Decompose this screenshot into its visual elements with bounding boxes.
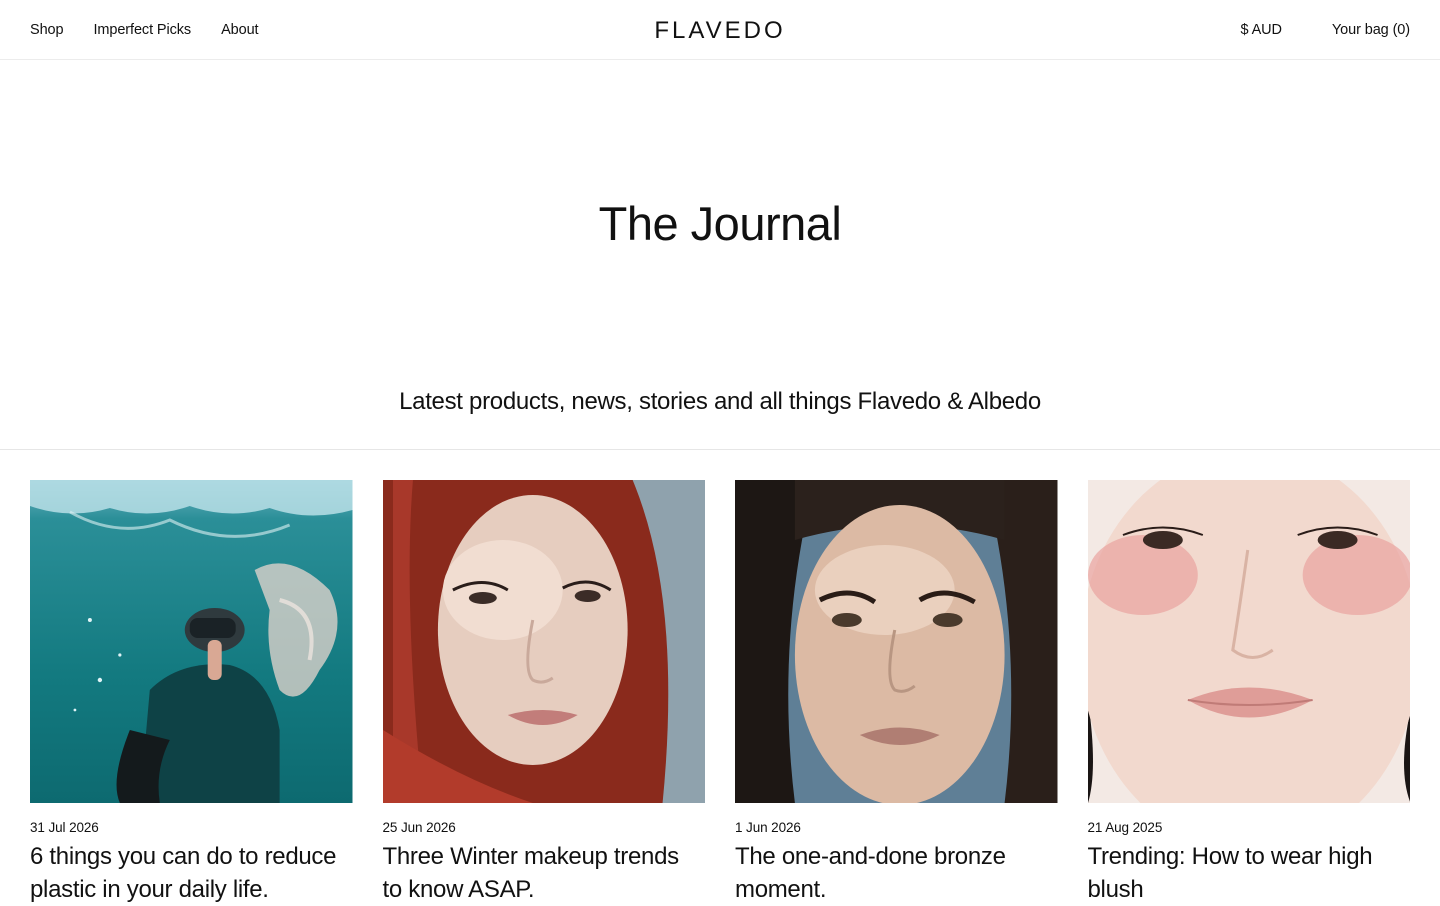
article-card[interactable]: 31 Jul 2026 6 things you can do to reduc… (30, 480, 353, 906)
bag-link[interactable]: Your bag (0) (1332, 22, 1410, 38)
utility-nav: $ AUD Your bag (0) (1241, 0, 1411, 60)
article-grid: 31 Jul 2026 6 things you can do to reduc… (30, 480, 1410, 906)
article-card[interactable]: 21 Aug 2025 Trending: How to wear high b… (1087, 480, 1411, 906)
nav-shop[interactable]: Shop (30, 22, 64, 38)
article-card[interactable]: 25 Jun 2026 Three Winter makeup trends t… (382, 480, 706, 906)
article-title[interactable]: 6 things you can do to reduce plastic in… (30, 840, 353, 906)
article-image-bronze[interactable] (735, 480, 1058, 803)
article-date: 1 Jun 2026 (735, 820, 801, 835)
section-divider (0, 449, 1440, 450)
article-title[interactable]: Trending: How to wear high blush (1088, 840, 1411, 906)
page-subtitle: Latest products, news, stories and all t… (399, 388, 1041, 415)
article-image-blush[interactable] (1087, 480, 1410, 803)
article-image-underwater[interactable] (30, 480, 353, 803)
brand-logo[interactable]: FLAVEDO (654, 15, 785, 45)
article-card[interactable]: 1 Jun 2026 The one-and-done bronze momen… (735, 480, 1058, 906)
article-title[interactable]: Three Winter makeup trends to know ASAP. (383, 840, 706, 906)
page-title: The Journal (598, 197, 842, 250)
currency-selector[interactable]: $ AUD (1241, 22, 1283, 38)
nav-imperfect-picks[interactable]: Imperfect Picks (93, 22, 191, 38)
article-image-red-hood[interactable] (382, 480, 705, 803)
nav-about[interactable]: About (221, 22, 259, 38)
article-date: 31 Jul 2026 (30, 820, 99, 835)
article-date: 21 Aug 2025 (1087, 820, 1163, 835)
site-header: Shop Imperfect Picks About FLAVEDO $ AUD… (0, 0, 1440, 60)
article-date: 25 Jun 2026 (382, 820, 456, 835)
article-title[interactable]: The one-and-done bronze moment. (735, 840, 1058, 906)
main-nav: Shop Imperfect Picks About (30, 0, 259, 60)
